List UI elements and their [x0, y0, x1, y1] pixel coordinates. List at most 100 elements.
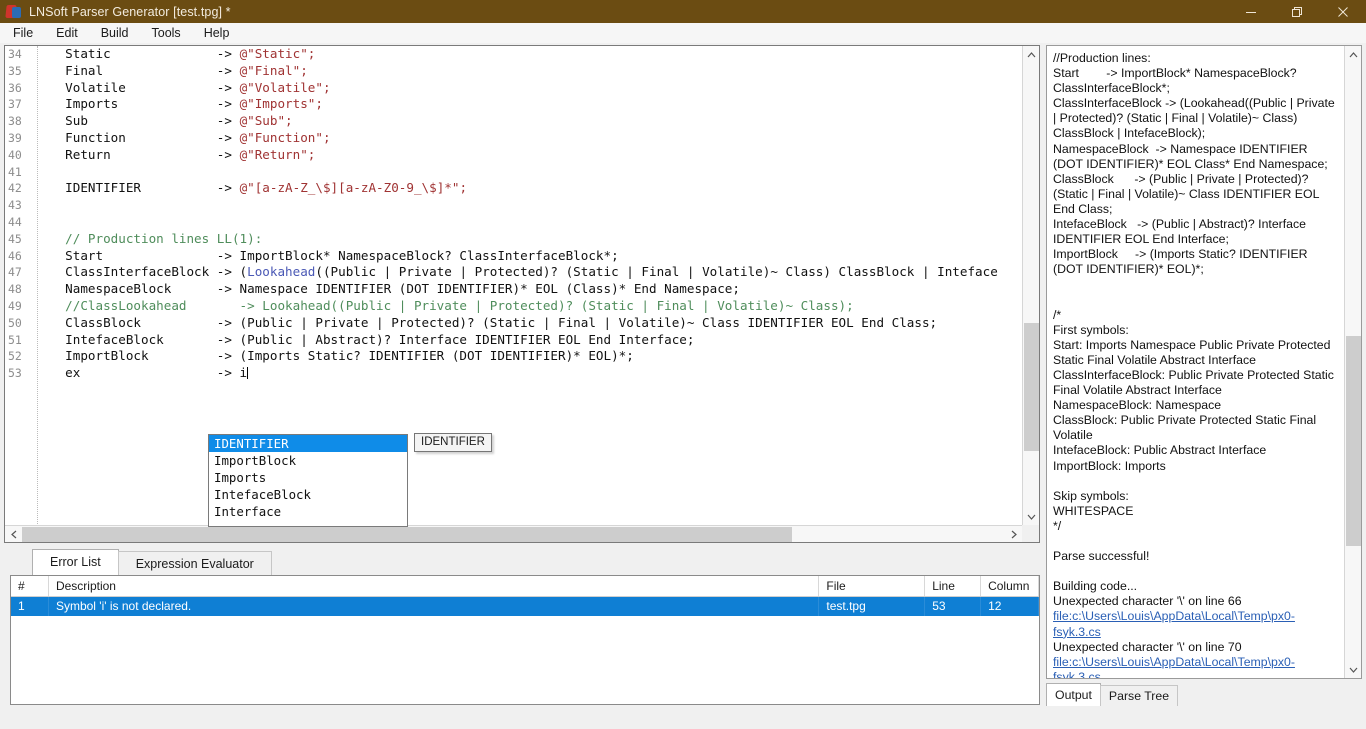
workspace: 34 35 36 37 38 39 40 41 42 43 44 45 46 47 48 49 50 51 52 53…	[0, 44, 1366, 729]
code-line[interactable]: //ClassLookahead -> Lookahead((Public | …	[39, 298, 1039, 315]
output-line	[1053, 293, 1340, 308]
tab-output[interactable]: Output	[1046, 683, 1101, 706]
line-number: 34	[8, 47, 22, 61]
tab-error-list[interactable]: Error List	[32, 549, 119, 575]
code-line[interactable]: ex -> i	[39, 365, 1039, 382]
line-number: 36	[8, 80, 22, 95]
output-line	[1053, 474, 1340, 489]
autocomplete-item[interactable]: Imports	[209, 469, 407, 486]
output-line: ClassBlock -> (Public | Private | Protec…	[1053, 171, 1323, 216]
code-token: @"Static";	[239, 46, 316, 61]
window-titlebar[interactable]: LNSoft Parser Generator [test.tpg] *	[0, 0, 1366, 23]
code-line[interactable]: ClassInterfaceBlock -> (Lookahead((Publi…	[39, 264, 1039, 281]
line-number: 52	[8, 349, 22, 364]
line-number: 42	[8, 181, 22, 196]
output-line: ImportBlock -> (Imports Static? IDENTIFI…	[1053, 247, 1311, 277]
editor-hscroll-thumb[interactable]	[22, 527, 792, 542]
line-number: 40	[8, 147, 22, 162]
output-panel[interactable]: //Production lines: Start -> ImportBlock*…	[1046, 45, 1362, 679]
output-file-link[interactable]: file:c:\Users\Louis\AppData\Local\Temp\p…	[1053, 655, 1295, 678]
code-line[interactable]: IDENTIFIER -> @"[a-zA-Z_\$][a-zA-Z0-9_\$…	[39, 180, 1039, 197]
autocomplete-item[interactable]: Interface	[209, 503, 407, 520]
code-line[interactable]: Static -> @"Static";	[39, 46, 1039, 63]
scroll-up-icon[interactable]	[1023, 46, 1039, 63]
column-header-file[interactable]: File	[819, 576, 926, 596]
code-token: @"Sub";	[239, 113, 293, 129]
code-line[interactable]: // Production lines LL(1):	[39, 231, 1039, 248]
code-line[interactable]	[39, 164, 1039, 181]
restore-icon[interactable]	[1274, 0, 1320, 23]
code-token: @"Return";	[239, 146, 316, 162]
output-scroll-down-icon[interactable]	[1345, 661, 1361, 678]
output-line: First symbols:	[1053, 322, 1129, 337]
menu-item-edit[interactable]: Edit	[46, 24, 88, 42]
code-token: Lookahead	[247, 264, 316, 280]
tab-parse-tree[interactable]: Parse Tree	[1099, 685, 1179, 706]
editor-vscroll-thumb[interactable]	[1024, 323, 1039, 451]
table-row[interactable]: 1 Symbol 'i' is not declared. test.tpg 5…	[11, 597, 1039, 616]
code-line[interactable]	[39, 214, 1039, 231]
column-header-description[interactable]: Description	[49, 576, 820, 596]
code-editor[interactable]: 34 35 36 37 38 39 40 41 42 43 44 45 46 47 48 49 50 51 52 53…	[4, 45, 1040, 543]
editor-scroll-corner	[1022, 525, 1039, 542]
minimize-icon[interactable]	[1228, 0, 1274, 23]
output-vscroll-thumb[interactable]	[1346, 336, 1361, 546]
code-token: Return ->	[50, 146, 240, 162]
output-line	[1053, 277, 1340, 292]
output-line: Parse successful!	[1053, 549, 1150, 564]
autocomplete-tooltip: IDENTIFIER	[414, 433, 492, 452]
autocomplete-item[interactable]: IDENTIFIER	[209, 435, 407, 452]
menu-item-tools[interactable]: Tools	[142, 24, 191, 42]
code-token: @"Function";	[239, 129, 331, 145]
column-header-index[interactable]: #	[11, 576, 49, 596]
code-line[interactable]: Sub -> @"Sub";	[39, 113, 1039, 130]
code-line[interactable]: Volatile -> @"Volatile";	[39, 80, 1039, 97]
line-number: 49	[8, 298, 22, 313]
output-scroll-up-icon[interactable]	[1345, 46, 1361, 63]
code-token: Imports ->	[50, 96, 240, 112]
autocomplete-popup[interactable]: IDENTIFIER ImportBlock Imports IntefaceBloc…	[208, 434, 408, 527]
autocomplete-item[interactable]: IntefaceBlock	[209, 486, 407, 503]
error-list-grid[interactable]: # Description File Line Column 1 Symbol …	[10, 575, 1040, 705]
close-icon[interactable]	[1320, 0, 1366, 23]
code-line[interactable]: IntefaceBlock -> (Public | Abstract)? In…	[39, 332, 1039, 349]
line-number: 50	[8, 315, 22, 330]
code-token: Sub ->	[50, 113, 240, 129]
output-vertical-scrollbar[interactable]	[1344, 46, 1361, 678]
code-line[interactable]	[39, 197, 1039, 214]
output-tabstrip: Output Parse Tree	[1046, 682, 1179, 706]
code-line[interactable]: Imports -> @"Imports";	[39, 96, 1039, 113]
code-line[interactable]: ClassBlock -> (Public | Private | Protec…	[39, 315, 1039, 332]
line-number: 39	[8, 130, 22, 145]
column-header-line[interactable]: Line	[925, 576, 982, 596]
scroll-down-icon[interactable]	[1023, 508, 1039, 525]
scroll-right-icon[interactable]	[1005, 526, 1022, 542]
code-line[interactable]: Start -> ImportBlock* NamespaceBlock? Cl…	[39, 248, 1039, 265]
menu-item-file[interactable]: File	[3, 24, 43, 42]
menu-item-build[interactable]: Build	[91, 24, 139, 42]
line-number: 43	[8, 198, 22, 213]
menu-item-help[interactable]: Help	[194, 24, 240, 42]
autocomplete-item[interactable]: ImportBlock	[209, 452, 407, 469]
code-line[interactable]: Final -> @"Final";	[39, 63, 1039, 80]
code-line[interactable]: ImportBlock -> (Imports Static? IDENTIFI…	[39, 348, 1039, 365]
output-file-link[interactable]: file:c:\Users\Louis\AppData\Local\Temp\p…	[1053, 609, 1295, 638]
tab-expression-evaluator[interactable]: Expression Evaluator	[117, 551, 272, 575]
code-line[interactable]: Return -> @"Return";	[39, 147, 1039, 164]
code-token: //ClassLookahead -> Lookahead((Public | …	[50, 297, 854, 313]
scroll-left-icon[interactable]	[5, 526, 22, 543]
output-line: WHITESPACE	[1053, 503, 1134, 518]
editor-horizontal-scrollbar[interactable]	[5, 525, 1022, 542]
code-line[interactable]: Function -> @"Function";	[39, 130, 1039, 147]
column-header-column[interactable]: Column	[981, 576, 1039, 596]
output-line: Unexpected character '\' on line 66 file…	[1053, 594, 1295, 639]
output-text: //Production lines: Start -> ImportBlock*…	[1047, 46, 1344, 678]
code-text-area[interactable]: Static -> @"Static"; Final -> @"Final"; …	[39, 46, 1039, 542]
editor-vertical-scrollbar[interactable]	[1022, 46, 1039, 525]
output-line: ImportBlock: Imports	[1053, 458, 1166, 473]
code-token: @"Imports";	[239, 96, 323, 112]
output-line: ClassBlock: Public Private Protected Sta…	[1053, 413, 1320, 443]
output-line: NamespaceBlock -> Namespace IDENTIFIER (…	[1053, 141, 1328, 171]
code-line[interactable]: NamespaceBlock -> Namespace IDENTIFIER (…	[39, 281, 1039, 298]
line-number: 37	[8, 97, 22, 112]
